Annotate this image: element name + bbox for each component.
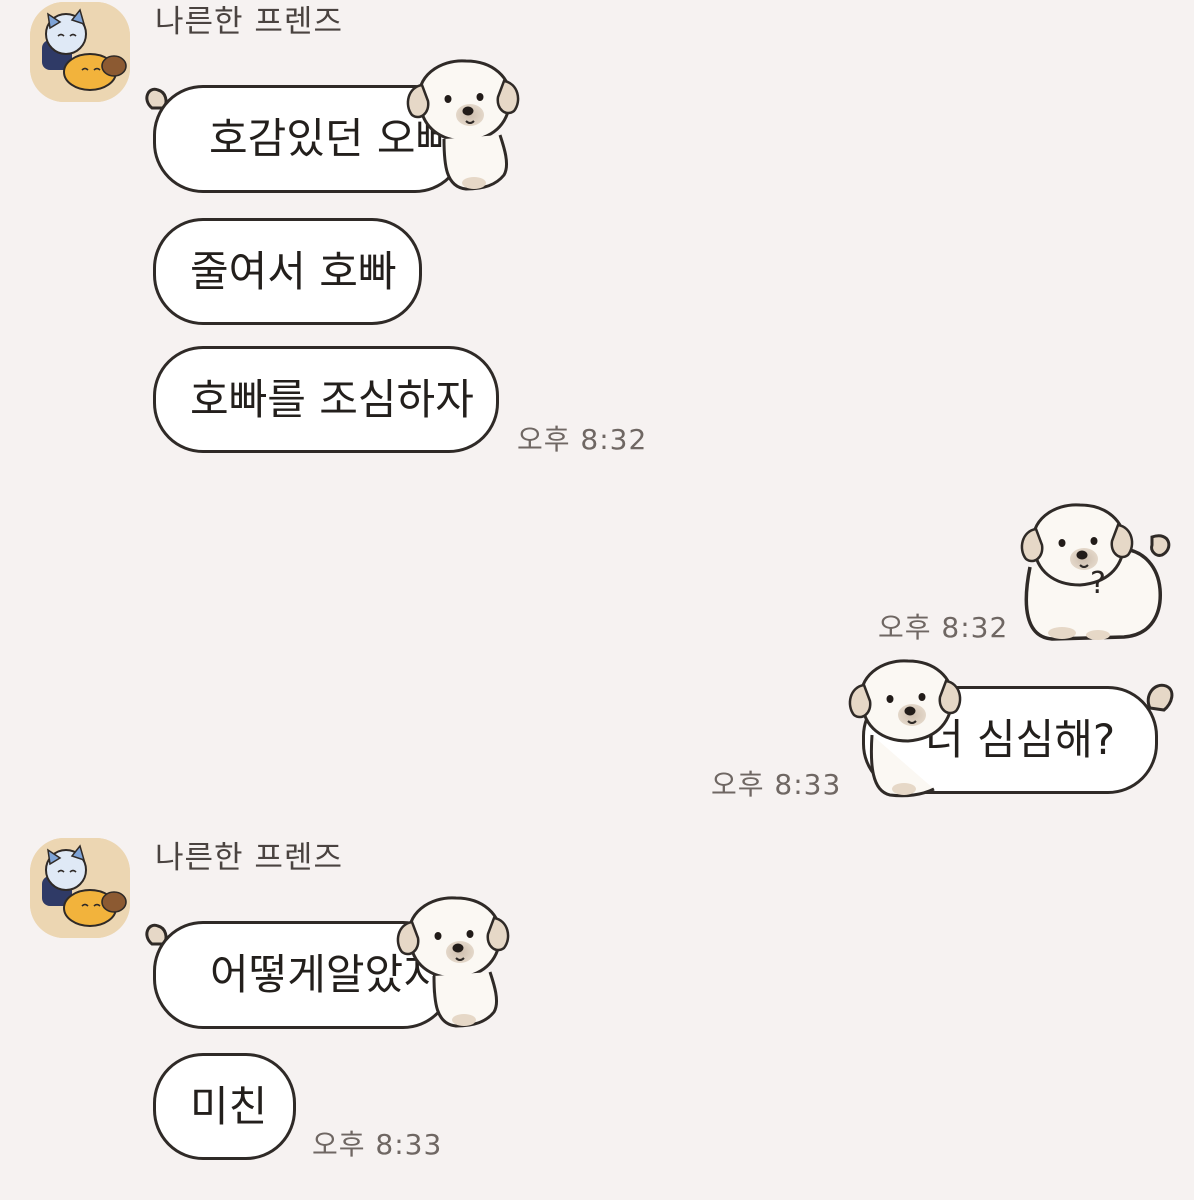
avatar[interactable]	[30, 2, 130, 102]
message-text: 미친	[190, 1081, 268, 1131]
sender-name: 나른한 프렌즈	[155, 840, 343, 876]
puppy-sticker-icon	[406, 59, 520, 191]
puppy-question-sticker-icon[interactable]: ?	[1012, 497, 1172, 647]
timestamp: 오후 8:32	[878, 611, 1009, 644]
puppy-sticker-icon	[848, 659, 962, 798]
message-text: 줄여서 호빠	[190, 246, 397, 296]
sender-name: 나른한 프렌즈	[155, 4, 343, 40]
message-bubble[interactable]: 미친	[153, 1053, 296, 1160]
puppy-sticker-icon	[396, 896, 510, 1028]
friends-character-avatar-icon	[30, 838, 130, 938]
message-bubble[interactable]: 줄여서 호빠	[153, 218, 422, 325]
avatar[interactable]	[30, 838, 130, 938]
puppy-tail-icon	[1146, 683, 1174, 712]
timestamp: 오후 8:32	[517, 423, 648, 456]
sticker-question-mark: ?	[1090, 566, 1106, 601]
timestamp: 오후 8:33	[711, 768, 842, 801]
message-text: 호빠를 조심하자	[190, 374, 474, 424]
message-bubble[interactable]: 호빠를 조심하자	[153, 346, 499, 453]
timestamp: 오후 8:33	[312, 1128, 443, 1161]
friends-character-avatar-icon	[30, 2, 130, 102]
